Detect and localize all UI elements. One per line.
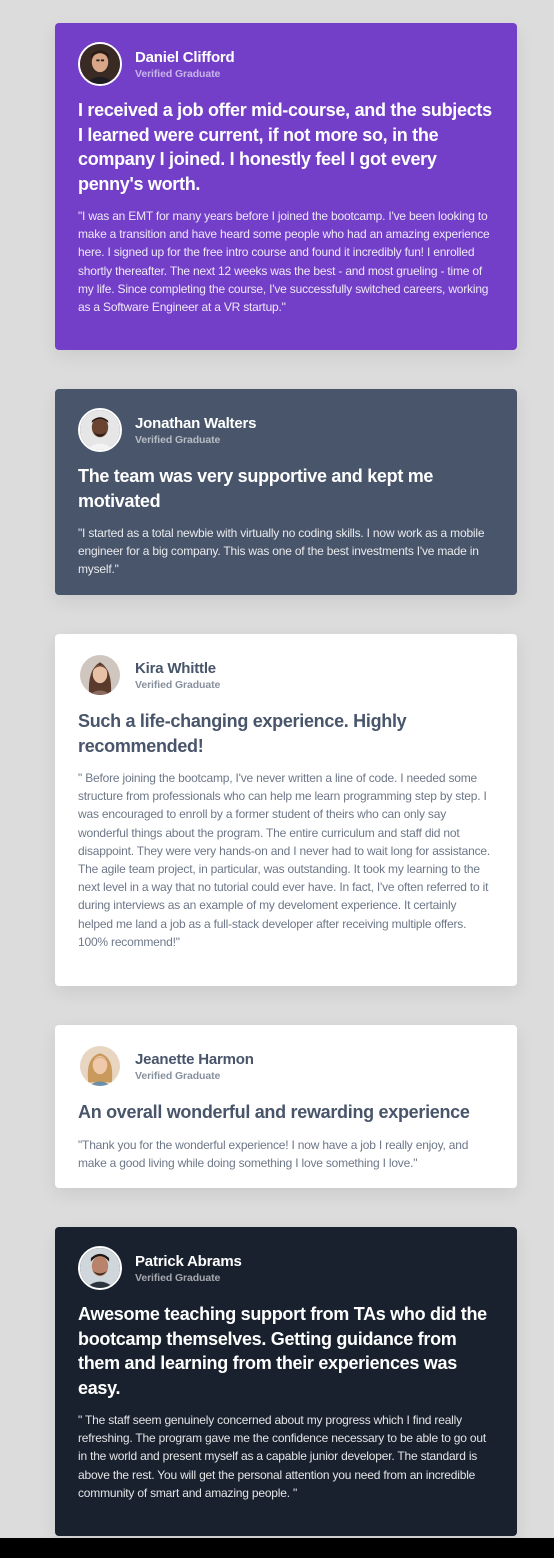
testimonial-card-jonathan: Jonathan Walters Verified Graduate The t… xyxy=(55,389,517,595)
testimonial-card-daniel: Daniel Clifford Verified Graduate I rece… xyxy=(55,23,517,350)
testimonial-quote: "I started as a total newbie with virtua… xyxy=(78,526,485,577)
testimonial-quote: " Before joining the bootcamp, I've neve… xyxy=(78,771,491,949)
testimonial-quote: "I was an EMT for many years before I jo… xyxy=(78,209,490,315)
author-role: Verified Graduate xyxy=(135,433,221,446)
avatar-daniel-icon xyxy=(78,42,122,86)
testimonial-author: Patrick Abrams Verified Graduate xyxy=(78,1245,494,1291)
testimonial-card-jeanette: Jeanette Harmon Verified Graduate An ove… xyxy=(55,1025,517,1188)
author-role: Verified Graduate xyxy=(135,678,221,691)
avatar-jonathan-icon xyxy=(78,408,122,452)
testimonial-headline: I received a job offer mid-course, and t… xyxy=(78,100,492,194)
avatar-kira-icon xyxy=(78,653,122,697)
testimonial-author: Daniel Clifford Verified Graduate xyxy=(78,41,494,87)
author-role: Verified Graduate xyxy=(135,1271,221,1284)
avatar-patrick-icon xyxy=(78,1246,122,1290)
author-name: Kira Whittle xyxy=(135,659,216,677)
testimonial-card-kira: Kira Whittle Verified Graduate Such a li… xyxy=(55,634,517,986)
avatar-jeanette-icon xyxy=(78,1044,122,1088)
author-name: Daniel Clifford xyxy=(135,48,235,66)
author-name: Jonathan Walters xyxy=(135,414,257,432)
testimonial-headline: An overall wonderful and rewarding exper… xyxy=(78,1102,470,1122)
author-name: Jeanette Harmon xyxy=(135,1050,254,1068)
testimonial-card-patrick: Patrick Abrams Verified Graduate Awesome… xyxy=(55,1227,517,1536)
testimonials-page: Daniel Clifford Verified Graduate I rece… xyxy=(0,0,554,1558)
author-name: Patrick Abrams xyxy=(135,1252,242,1270)
testimonial-author: Jonathan Walters Verified Graduate xyxy=(78,407,494,453)
testimonial-headline: The team was very supportive and kept me… xyxy=(78,466,434,511)
author-role: Verified Graduate xyxy=(135,67,221,80)
testimonial-headline: Awesome teaching support from TAs who di… xyxy=(78,1304,487,1398)
testimonial-author: Kira Whittle Verified Graduate xyxy=(78,652,494,698)
testimonial-headline: Such a life-changing experience. Highly … xyxy=(78,711,407,756)
author-role: Verified Graduate xyxy=(135,1069,221,1082)
bottom-bar xyxy=(0,1538,554,1558)
testimonial-quote: "Thank you for the wonderful experience!… xyxy=(78,1137,469,1170)
testimonial-quote: " The staff seem genuinely concerned abo… xyxy=(78,1413,486,1500)
testimonial-author: Jeanette Harmon Verified Graduate xyxy=(78,1043,494,1089)
